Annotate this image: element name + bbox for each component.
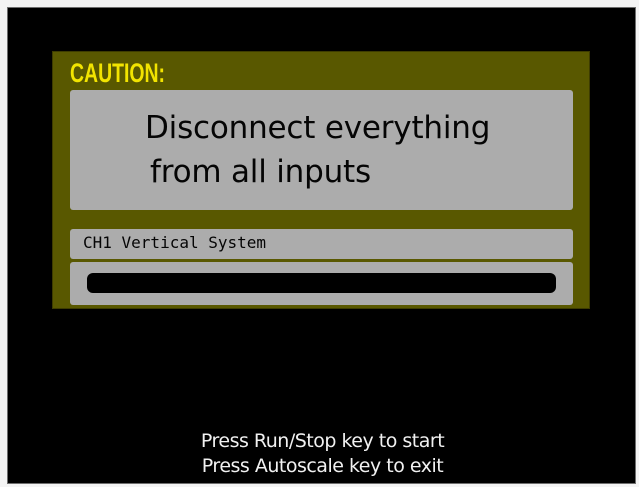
calibration-progress-bar [87,273,556,293]
oscilloscope-screen: CAUTION: Disconnect everything from all … [7,7,636,484]
progress-panel [70,262,573,305]
caution-message-line-2: from all inputs [150,154,371,190]
caution-message-line-1: Disconnect everything [145,110,491,146]
run-stop-instruction: Press Run/Stop key to start [200,430,445,452]
caution-message-box: Disconnect everything from all inputs [70,90,573,210]
key-instructions: Press Run/Stop key to start Press Autosc… [8,429,635,479]
caution-title: CAUTION: [70,58,166,88]
self-calibration-dialog: CAUTION: Disconnect everything from all … [52,51,590,309]
autoscale-exit-instruction: Press Autoscale key to exit [201,455,444,477]
test-name-label: CH1 Vertical System [83,233,267,252]
test-name-panel: CH1 Vertical System [70,229,573,259]
